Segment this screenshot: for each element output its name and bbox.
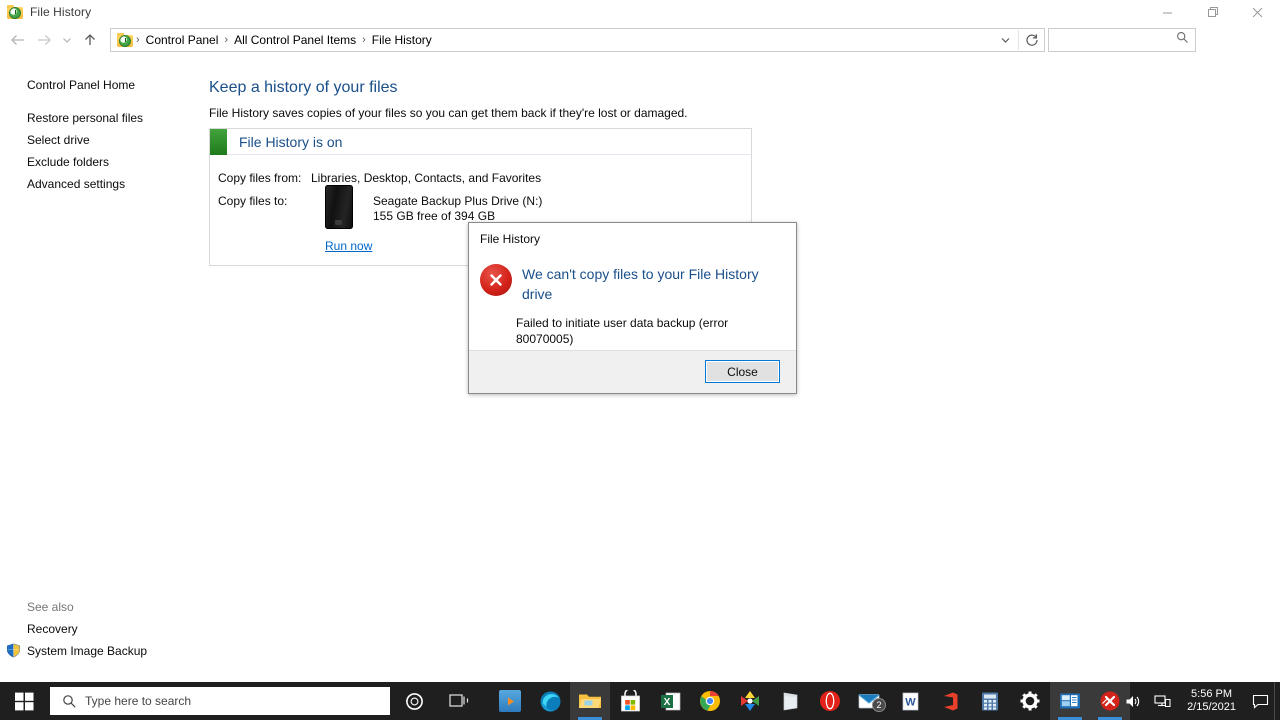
task-view-icon[interactable] — [440, 682, 480, 720]
breadcrumb-item-control-panel[interactable]: Control Panel — [141, 33, 224, 47]
status-header: File History is on — [210, 129, 751, 155]
drive-free-space: 155 GB free of 394 GB — [373, 209, 495, 223]
taskbar-item-onenote[interactable] — [770, 682, 810, 720]
see-also-header: See also — [0, 596, 200, 618]
dialog-body-text: Failed to initiate user data backup (err… — [516, 315, 788, 347]
taskbar-item-word[interactable]: W — [890, 682, 930, 720]
sidebar-item-advanced-settings[interactable]: Advanced settings — [0, 173, 143, 195]
taskbar-item-excel[interactable]: X — [650, 682, 690, 720]
dialog-footer: Close — [469, 350, 796, 393]
system-tray: 5:56 PM 2/15/2021 — [1095, 682, 1280, 720]
error-dialog: File History We can't copy files to your… — [468, 222, 797, 394]
taskbar-item-mail[interactable]: 2 — [850, 682, 890, 720]
cortana-icon[interactable] — [394, 682, 434, 720]
sidebar-item-select-drive[interactable]: Select drive — [0, 129, 143, 151]
breadcrumb-item-file-history[interactable]: File History — [367, 33, 437, 47]
window-title: File History — [30, 5, 91, 19]
taskbar-item-file-explorer[interactable] — [570, 682, 610, 720]
action-center-icon[interactable] — [1246, 682, 1274, 720]
dialog-heading: We can't copy files to your File History… — [522, 264, 784, 304]
taskbar: Type here to search — [0, 682, 1280, 720]
clock-time: 5:56 PM — [1191, 688, 1232, 701]
run-now-link[interactable]: Run now — [325, 239, 372, 253]
see-also-section: See also Recovery System Image Backup — [0, 596, 200, 662]
start-button[interactable] — [0, 682, 48, 720]
breadcrumb: › Control Panel › All Control Panel Item… — [111, 29, 993, 51]
taskbar-item-office[interactable] — [930, 682, 970, 720]
address-bar[interactable]: › Control Panel › All Control Panel Item… — [110, 28, 1045, 52]
see-also-item-recovery[interactable]: Recovery — [0, 618, 200, 640]
title-bar: File History — [0, 0, 1280, 24]
clock[interactable]: 5:56 PM 2/15/2021 — [1177, 682, 1246, 720]
see-also-item-system-image-backup[interactable]: System Image Backup — [0, 640, 200, 662]
chevron-down-icon[interactable] — [993, 29, 1018, 51]
sidebar-item-exclude-folders[interactable]: Exclude folders — [0, 151, 143, 173]
taskbar-item-microsoft-store[interactable] — [610, 682, 650, 720]
breadcrumb-file-history-icon — [117, 32, 133, 48]
file-history-window: File History — [0, 0, 1280, 720]
file-history-icon — [7, 4, 23, 20]
drive-name: Seagate Backup Plus Drive (N:) — [373, 194, 542, 208]
svg-text:X: X — [663, 697, 670, 708]
svg-text:W: W — [905, 696, 916, 708]
taskbar-item-opera[interactable] — [810, 682, 850, 720]
window-controls — [1145, 0, 1280, 24]
error-icon — [480, 264, 512, 296]
taskbar-item-google-chrome[interactable] — [690, 682, 730, 720]
restore-button[interactable] — [1190, 0, 1235, 24]
taskbar-item-control-panel[interactable] — [1050, 682, 1090, 720]
dialog-title: File History — [480, 232, 540, 246]
taskbar-item-settings[interactable] — [1010, 682, 1050, 720]
clock-date: 2/15/2021 — [1187, 701, 1236, 714]
taskbar-search-box[interactable]: Type here to search — [50, 687, 390, 715]
external-hard-drive-icon — [325, 185, 353, 229]
network-icon[interactable] — [1148, 682, 1177, 720]
close-button[interactable] — [1235, 0, 1280, 24]
sidebar-item-label: Control Panel Home — [0, 74, 135, 96]
up-icon[interactable] — [77, 27, 103, 53]
breadcrumb-item-all-control-panel-items[interactable]: All Control Panel Items — [229, 33, 361, 47]
taskbar-item-microsoft-edge[interactable] — [530, 682, 570, 720]
close-button-label: Close — [727, 365, 758, 379]
show-desktop-button[interactable] — [1274, 682, 1280, 720]
taskbar-item-xmind[interactable] — [730, 682, 770, 720]
search-input[interactable] — [1048, 28, 1196, 52]
taskbar-item-movies-tv[interactable] — [490, 682, 530, 720]
status-badge: File History is on — [227, 134, 342, 150]
shield-icon — [6, 643, 22, 659]
close-button[interactable]: Close — [705, 360, 780, 383]
recent-locations-icon[interactable] — [57, 27, 77, 53]
taskbar-item-calculator[interactable] — [970, 682, 1010, 720]
see-also-label: Recovery — [27, 618, 78, 640]
sidebar-item-control-panel-home[interactable]: Control Panel Home — [0, 74, 135, 96]
volume-icon[interactable] — [1119, 682, 1148, 720]
search-icon — [1176, 31, 1189, 49]
mail-badge: 2 — [872, 698, 886, 712]
see-also-label: System Image Backup — [27, 640, 147, 662]
navigation-bar: › Control Panel › All Control Panel Item… — [0, 24, 1280, 56]
page-title: Keep a history of your files — [209, 79, 398, 97]
page-description: File History saves copies of your files … — [209, 106, 688, 120]
copy-from-value: Libraries, Desktop, Contacts, and Favori… — [311, 171, 541, 185]
refresh-icon[interactable] — [1019, 29, 1044, 51]
forward-icon[interactable] — [31, 27, 57, 53]
status-indicator — [210, 129, 227, 155]
minimize-button[interactable] — [1145, 0, 1190, 24]
copy-to-label: Copy files to: — [218, 194, 287, 208]
copy-from-label: Copy files from: — [218, 171, 301, 185]
taskbar-search-placeholder: Type here to search — [85, 694, 191, 708]
sidebar-item-restore-personal-files[interactable]: Restore personal files — [0, 107, 143, 129]
address-bar-actions — [993, 29, 1044, 51]
show-hidden-icons-icon[interactable] — [1095, 682, 1119, 720]
back-icon[interactable] — [5, 27, 31, 53]
search-icon — [62, 694, 77, 709]
sidebar-task-list: Restore personal files Select drive Excl… — [0, 107, 143, 195]
sidebar: Control Panel Home Restore personal file… — [0, 62, 200, 672]
